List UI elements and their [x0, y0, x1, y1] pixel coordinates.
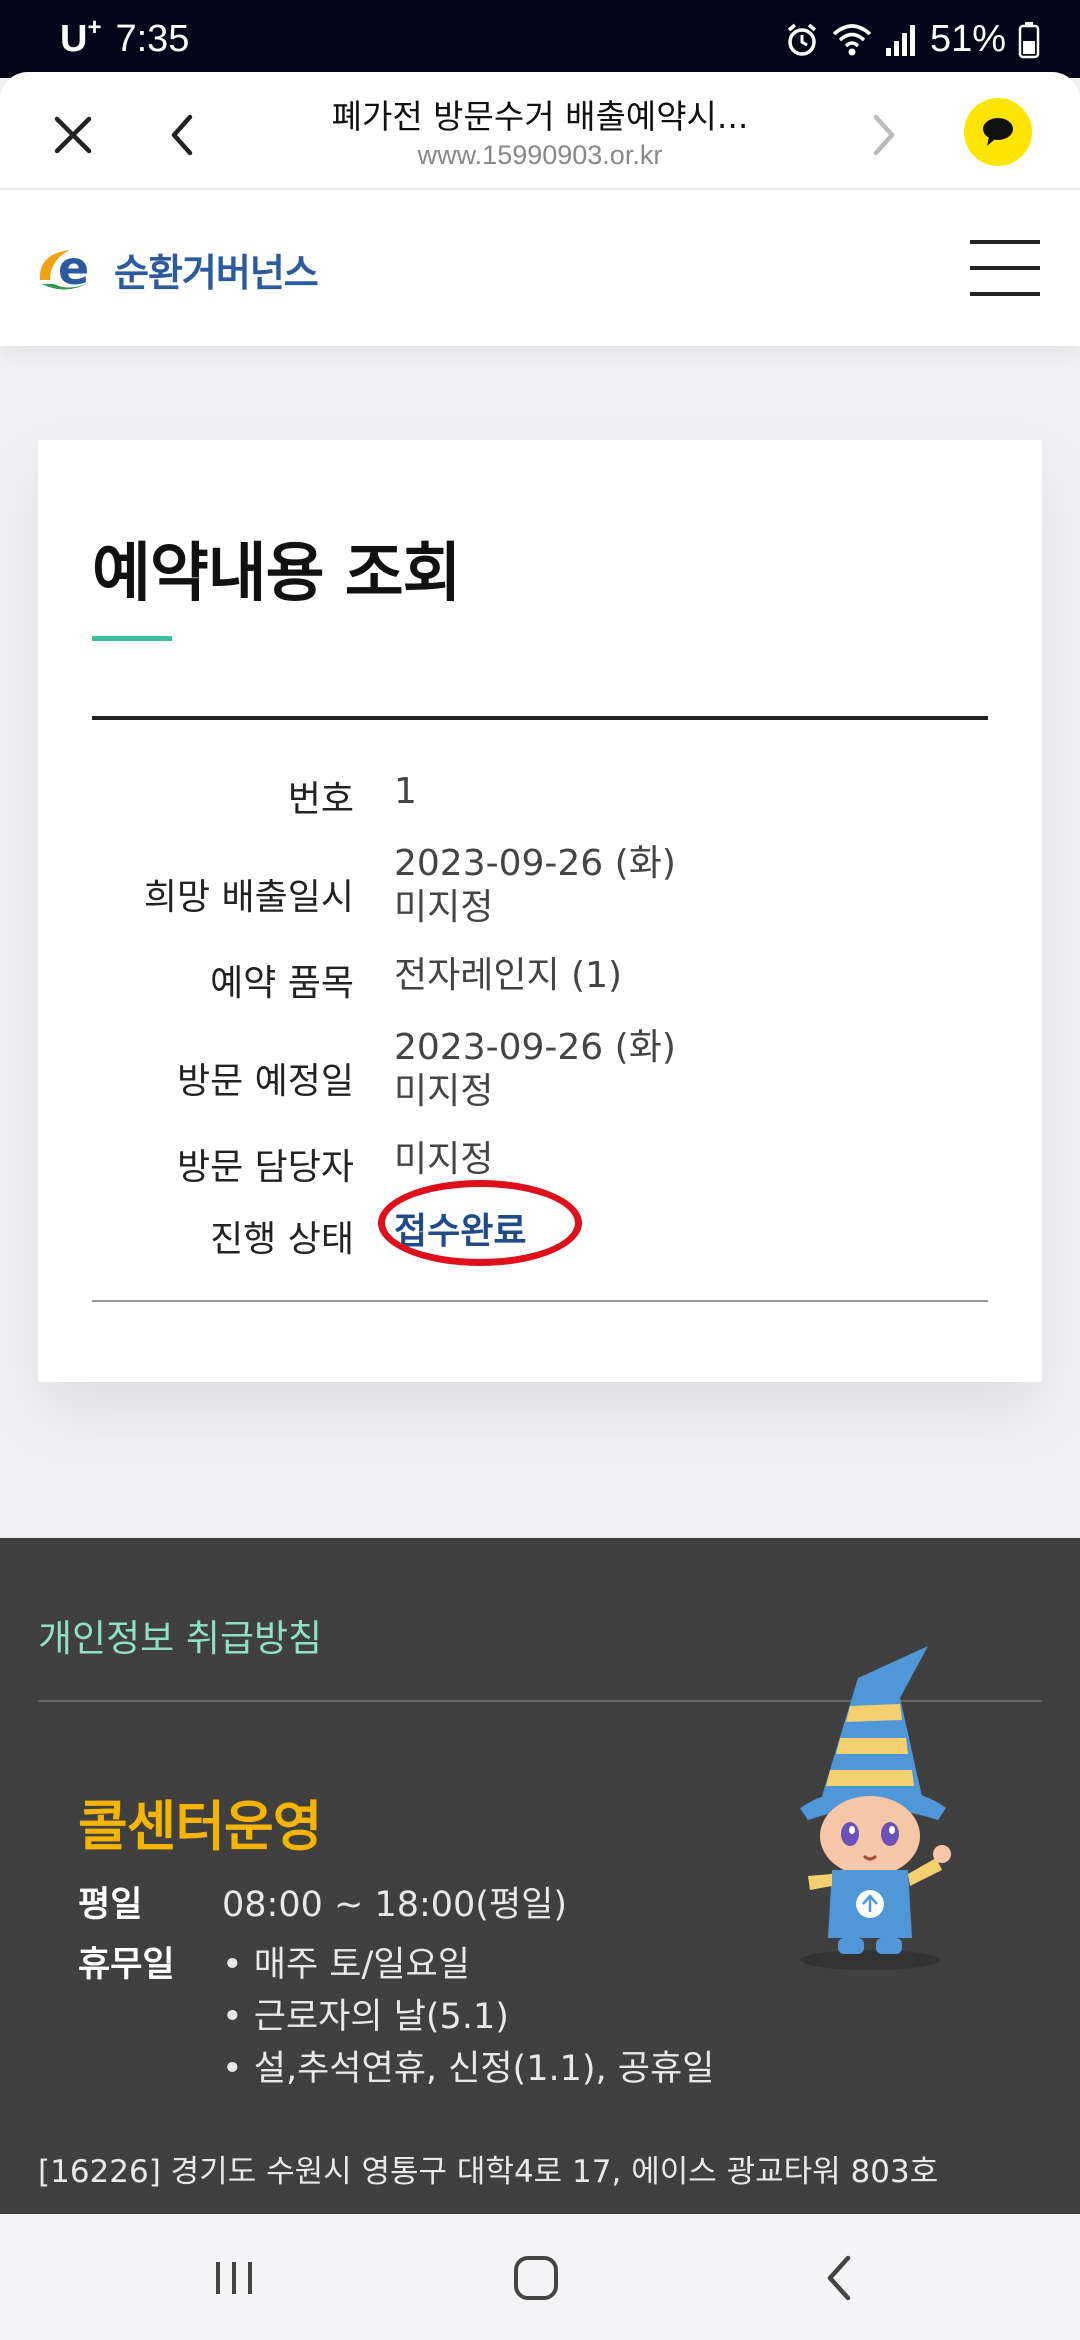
page-url[interactable]: www.15990903.or.kr	[280, 140, 800, 171]
privacy-policy-link[interactable]: 개인정보 취급방침	[38, 1608, 322, 1662]
battery-percent: 51%	[929, 18, 1006, 60]
status-left: U+ 7:35	[60, 14, 190, 61]
call-center-title: 콜센터운영	[78, 1795, 322, 1858]
row-label: 방문 예정일	[176, 1061, 354, 1102]
row-label: 진행 상태	[210, 1219, 354, 1260]
row-label: 예약 품목	[210, 963, 354, 1004]
hamburger-menu-icon[interactable]	[970, 240, 1044, 298]
row-value: 전자레인지 (1)	[394, 955, 623, 996]
reservation-card: 예약내용 조회 번호 1 희망 배출일시 2023-09-26 (화) 미지정 …	[38, 440, 1042, 1382]
battery-icon	[1018, 21, 1040, 58]
signal-icon	[885, 24, 915, 56]
clock: 7:35	[115, 18, 190, 60]
close-icon[interactable]	[40, 102, 106, 168]
browser-toolbar: 폐가전 방문수거 배출예약시... www.15990903.or.kr	[0, 72, 1080, 190]
forward-icon[interactable]	[850, 102, 916, 168]
title-underline	[92, 636, 172, 641]
holiday-item: • 근로자의 날(5.1)	[222, 1997, 509, 2037]
highlight-circle-annotation	[378, 1180, 582, 1266]
back-icon[interactable]	[150, 102, 216, 168]
carrier: U+	[60, 14, 102, 60]
recent-apps-icon[interactable]	[202, 2246, 266, 2310]
row-label: 희망 배출일시	[143, 877, 354, 918]
company-address: [16226] 경기도 수원시 영통구 대학4로 17, 에이스 광교타워 80…	[38, 2154, 939, 2190]
site-header: e 순환거버넌스	[0, 190, 1080, 346]
weekday-hours: 08:00 ~ 18:00(평일)	[222, 1885, 568, 1925]
table-bottom-rule	[92, 1300, 988, 1302]
alarm-icon	[787, 23, 817, 56]
table-top-rule	[92, 716, 988, 720]
svg-text:e: e	[58, 241, 89, 295]
holiday-item: • 매주 토/일요일	[222, 1945, 470, 1985]
card-title: 예약내용 조회	[92, 537, 462, 611]
status-bar: U+ 7:35 51%	[0, 0, 1080, 78]
back-nav-icon[interactable]	[808, 2246, 872, 2310]
holiday-item: • 설,추석연휴, 신정(1.1), 공휴일	[222, 2049, 715, 2089]
kakaotalk-icon[interactable]	[964, 98, 1032, 166]
holiday-label: 휴무일	[78, 1945, 175, 1985]
home-icon[interactable]	[504, 2246, 568, 2310]
row-value: 미지정	[394, 1139, 494, 1180]
wifi-icon	[832, 23, 872, 55]
row-value: 1	[394, 771, 417, 812]
system-nav-bar	[0, 2214, 1080, 2340]
row-value: 2023-09-26 (화) 미지정	[394, 1027, 676, 1112]
footer: 개인정보 취급방침 콜센터운영 평일 08:00 ~ 18:00(평일) 휴무일…	[0, 1538, 1080, 2214]
row-label: 방문 담당자	[176, 1147, 354, 1188]
row-label: 번호	[287, 779, 354, 820]
page-title: 폐가전 방문수거 배출예약시...	[331, 97, 749, 136]
row-value: 2023-09-26 (화) 미지정	[394, 843, 676, 928]
weekday-label: 평일	[78, 1885, 143, 1925]
status-right: 51%	[784, 18, 1040, 61]
logo-mark-icon: e	[39, 241, 90, 295]
logo-text: 순환거버넌스	[114, 250, 319, 295]
mascot-character-icon	[800, 1646, 951, 1970]
site-logo[interactable]: e 순환거버넌스	[36, 240, 319, 298]
